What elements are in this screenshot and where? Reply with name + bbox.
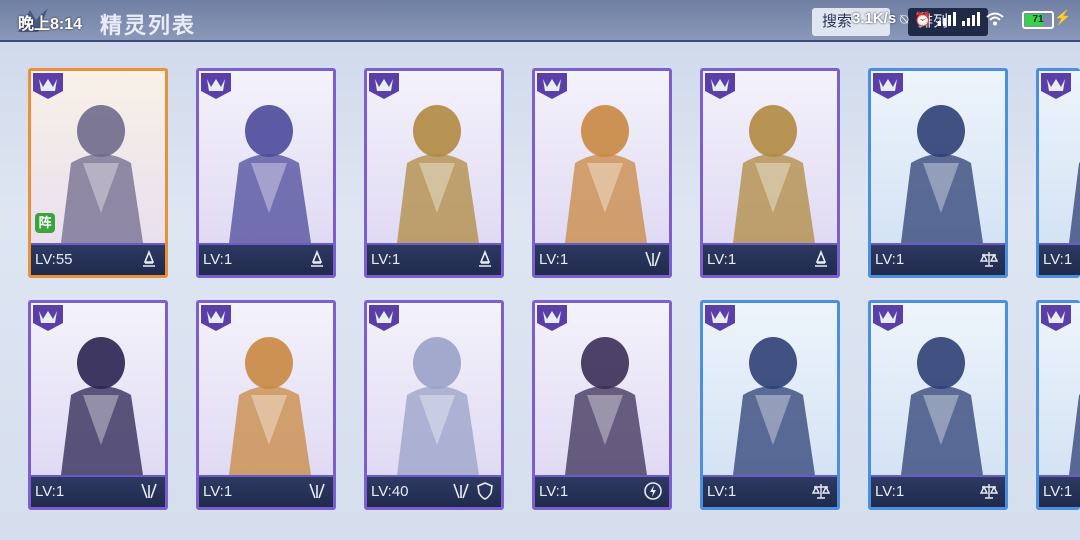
spirit-portrait: [229, 105, 311, 243]
card-footer: LV:1: [31, 475, 165, 507]
spirit-card[interactable]: LV:1: [532, 300, 672, 510]
battery-icon: 71: [1022, 11, 1054, 29]
demon-icon: [139, 481, 159, 501]
alarm-off-icon: ⍉: [900, 10, 909, 27]
spirit-portrait: [565, 337, 647, 475]
signal-icon: [937, 12, 956, 26]
wifi-icon: [986, 12, 1004, 26]
formation-tag: 阵: [35, 213, 55, 233]
spirit-portrait: [1069, 394, 1080, 475]
card-footer: LV:1: [199, 475, 333, 507]
spirit-card[interactable]: LV:1: [1036, 68, 1080, 278]
card-footer: LV:1: [367, 243, 501, 275]
card-footer: LV:55: [31, 243, 165, 275]
net-speed: 3.1K/s: [852, 10, 897, 27]
spirit-portrait: [733, 105, 815, 243]
spirit-level: LV:1: [371, 251, 401, 268]
card-footer: LV:1: [703, 475, 837, 507]
spirit-card[interactable]: LV:1: [196, 68, 336, 278]
spirit-card[interactable]: LV:1: [364, 68, 504, 278]
spirit-portrait: [733, 337, 815, 475]
card-footer: LV:1: [1039, 243, 1080, 275]
card-footer: LV:1: [535, 243, 669, 275]
balance-icon: [979, 481, 999, 501]
spirit-level: LV:1: [1043, 251, 1073, 268]
spirit-portrait: [397, 105, 479, 243]
signal-icon-2: [961, 12, 980, 26]
card-footer: LV:1: [199, 243, 333, 275]
battery-level: 71: [1032, 14, 1044, 25]
spirit-portrait: [61, 105, 143, 243]
card-footer: LV:1: [703, 243, 837, 275]
spirit-level: LV:1: [539, 251, 569, 268]
card-footer: LV:40: [367, 475, 501, 507]
spirit-portrait: [229, 337, 311, 475]
spirit-level: LV:1: [203, 483, 233, 500]
demon-icon: [643, 249, 663, 269]
spirit-portrait: [901, 337, 983, 475]
balance-icon: [811, 481, 831, 501]
spirit-level: LV:1: [203, 251, 233, 268]
spirit-level: LV:1: [539, 483, 569, 500]
shield-icon: [475, 481, 495, 501]
spirit-portrait: [397, 337, 479, 475]
charging-icon: ⚡: [1054, 9, 1072, 25]
spirit-level: LV:1: [707, 251, 737, 268]
spirit-portrait: [61, 337, 143, 475]
spirit-card[interactable]: LV:1: [196, 300, 336, 510]
spirit-card[interactable]: LV:1: [868, 68, 1008, 278]
spirit-level: LV:1: [1043, 483, 1073, 500]
spirit-card[interactable]: LV:1: [868, 300, 1008, 510]
mage-icon: [139, 249, 159, 269]
balance-icon: [979, 249, 999, 269]
page-title: 精灵列表: [100, 13, 197, 39]
top-bar: 晚上8:14 精灵列表 搜索 排列 3.1K/s ⍉ ⏰ 71 ⚡: [0, 0, 1080, 42]
spirit-card[interactable]: LV:1: [28, 300, 168, 510]
spirit-portrait: [901, 105, 983, 243]
spirit-card[interactable]: LV:1: [532, 68, 672, 278]
spirit-card[interactable]: LV:40: [364, 300, 504, 510]
spirit-card[interactable]: LV:1: [700, 300, 840, 510]
spirit-portrait: [1069, 162, 1080, 243]
spirit-level: LV:1: [875, 483, 905, 500]
mage-icon: [475, 249, 495, 269]
spirit-level: LV:40: [371, 483, 409, 500]
mage-icon: [811, 249, 831, 269]
spirit-portrait: [565, 105, 647, 243]
status-time: 晚上8:14: [18, 16, 83, 33]
spirit-level: LV:55: [35, 251, 73, 268]
demon-icon: [451, 481, 471, 501]
mage-icon: [307, 249, 327, 269]
card-footer: LV:1: [871, 243, 1005, 275]
spirit-card[interactable]: LV:1: [1036, 300, 1080, 510]
alarm-icon: ⏰: [914, 10, 932, 27]
card-footer: LV:1: [871, 475, 1005, 507]
spirit-level: LV:1: [35, 483, 65, 500]
spirit-card[interactable]: LV:1: [700, 68, 840, 278]
card-footer: LV:1: [535, 475, 669, 507]
demon-icon: [307, 481, 327, 501]
spirit-card[interactable]: 阵 LV:55: [28, 68, 168, 278]
spirit-level: LV:1: [707, 483, 737, 500]
spirit-level: LV:1: [875, 251, 905, 268]
card-footer: LV:1: [1039, 475, 1080, 507]
lightning-icon: [643, 481, 663, 501]
